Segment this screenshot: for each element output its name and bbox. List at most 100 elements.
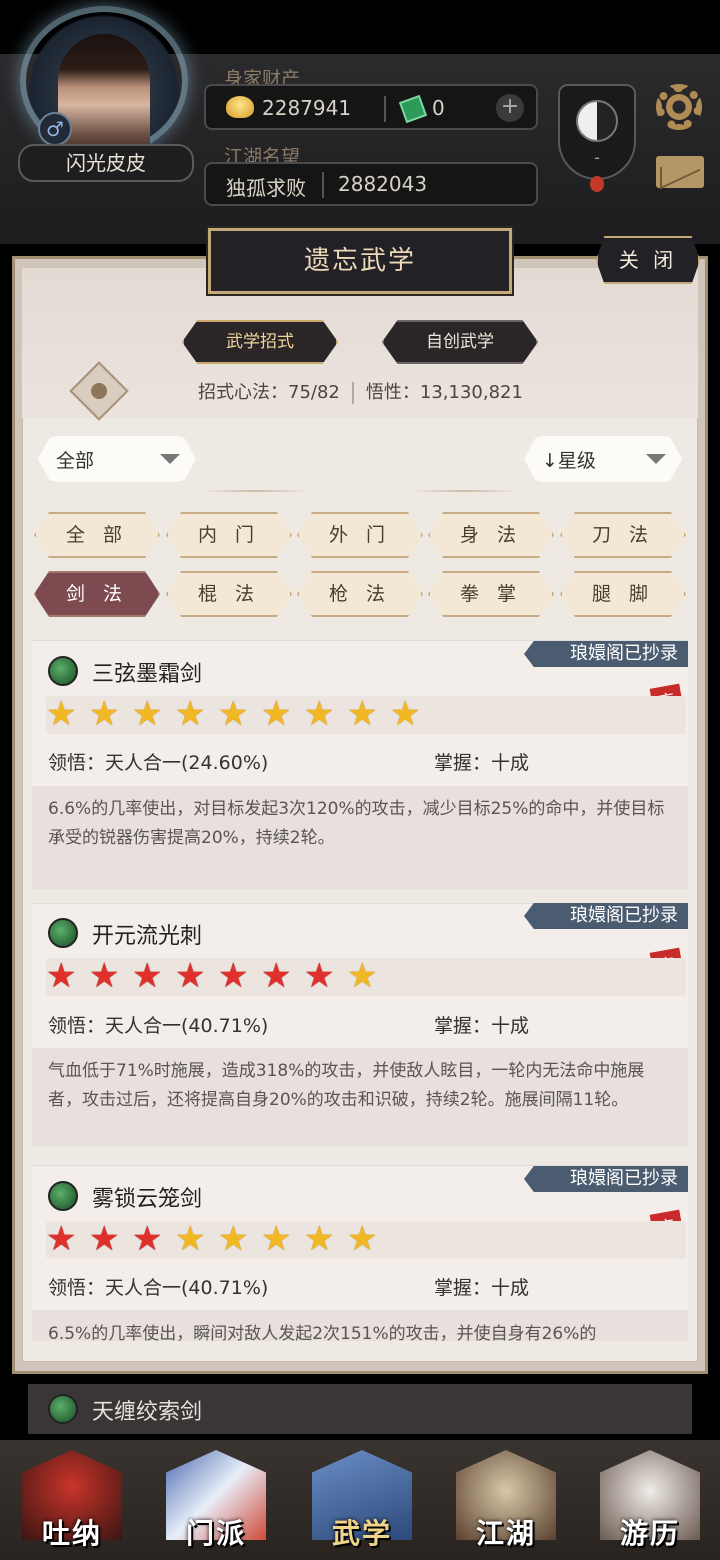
category-inner[interactable]: 内 门: [166, 512, 292, 558]
nav-martial-arts[interactable]: 武学: [312, 1450, 412, 1560]
mastery-field: 掌握：十成: [434, 748, 529, 775]
star-icon: ★: [261, 956, 292, 996]
insight-label: 领悟：: [48, 1015, 106, 1037]
mastery-field: 掌握：十成: [434, 1011, 529, 1038]
tab-skill-moves[interactable]: 武学招式: [182, 320, 338, 364]
insight-label: 领悟：: [48, 752, 106, 774]
star-icon: ★: [261, 1219, 292, 1259]
sort-dropdown[interactable]: ↓星级: [524, 436, 682, 482]
insight-field: 领悟：天人合一(40.71%): [48, 1011, 268, 1038]
mail-icon[interactable]: [656, 156, 704, 188]
star-icon: ★: [46, 956, 77, 996]
copied-badge: 琅嬛阁已抄录: [524, 641, 688, 667]
moves-label: 招式心法：: [198, 382, 288, 403]
nav-jianghu[interactable]: 江湖: [456, 1450, 556, 1560]
mastery-label: 掌握：: [434, 752, 492, 774]
sword-skill-icon: [48, 1394, 78, 1424]
star-icon: ★: [132, 956, 163, 996]
fame-title: 独孤求败: [226, 176, 306, 200]
fame-bar: 独孤求败 2882043: [204, 162, 538, 206]
insight-value: 天人合一(24.60%): [105, 752, 269, 774]
nav-sect[interactable]: 门派: [166, 1450, 266, 1560]
ornament-divider: [410, 490, 520, 492]
mastery-field: 掌握：十成: [434, 1273, 529, 1300]
skill-description: 6.6%的几率使出，对目标发起3次120%的攻击，减少目标25%的命中，并使目标…: [48, 799, 665, 848]
mastery-value: 十成: [491, 1277, 530, 1299]
skill-name: 三弦墨霜剑: [92, 662, 203, 687]
background-skill-card: 天缠绞索剑: [28, 1384, 692, 1434]
star-icon: ★: [175, 1219, 206, 1259]
gear-icon[interactable]: [656, 84, 702, 130]
skill-description: 气血低于71%时施展，造成318%的攻击，并使敌人眩目，一轮内无法命中施展者，攻…: [48, 1061, 645, 1110]
moves-value: 75/82: [288, 382, 340, 403]
insight-label: 领悟：: [48, 1277, 106, 1299]
category-all[interactable]: 全 部: [34, 512, 160, 558]
close-button[interactable]: 关 闭: [596, 236, 700, 284]
category-sword[interactable]: 剑 法: [34, 571, 160, 617]
type-filter-dropdown[interactable]: 全部: [38, 436, 196, 482]
chevron-down-icon: [646, 454, 666, 464]
nav-travel[interactable]: 游历: [600, 1450, 700, 1560]
fame-value: 2882043: [338, 172, 428, 196]
star-icon: ★: [304, 956, 335, 996]
desc-clip: 6.5%的几率使出，瞬间对敌人发起2次151%的攻击，并使自身有26%的: [32, 1312, 688, 1341]
insight-field: 领悟：天人合一(24.60%): [48, 748, 268, 775]
sword-skill-icon: [48, 656, 78, 686]
star-icon: ★: [175, 694, 206, 734]
copied-badge: 琅嬛阁已抄录: [524, 903, 688, 929]
wealth-bar: 2287941 0 +: [204, 84, 538, 130]
insight-value: 天人合一(40.71%): [105, 1277, 269, 1299]
star-icon: ★: [347, 956, 378, 996]
taiji-value: -: [594, 148, 600, 167]
jade-value: 0: [432, 96, 445, 120]
tassel-icon: [590, 176, 604, 192]
nav-label: 武学: [331, 1517, 392, 1550]
insight-field: 领悟：天人合一(40.71%): [48, 1273, 268, 1300]
skill-description: 6.5%的几率使出，瞬间对敌人发起2次151%的攻击，并使自身有26%的: [48, 1324, 597, 1341]
player-name: 闪光皮皮: [18, 144, 194, 182]
star-icon: ★: [46, 694, 77, 734]
type-filter-value: 全部: [56, 450, 95, 472]
star-icon: ★: [132, 694, 163, 734]
star-icon: ★: [261, 694, 292, 734]
tab-self-created[interactable]: 自创武学: [382, 320, 538, 364]
star-icon: ★: [218, 956, 249, 996]
star-rating: ★ ★ ★ ★ ★ ★ ★ ★ ★: [46, 696, 686, 734]
insight-value: 13,130,821: [419, 382, 523, 403]
star-icon: ★: [132, 1219, 163, 1259]
star-rating: ★ ★ ★ ★ ★ ★ ★ ★: [46, 1221, 686, 1259]
skill-name: 开元流光刺: [92, 924, 203, 949]
nav-label: 游历: [619, 1517, 680, 1550]
category-spear[interactable]: 枪 法: [297, 571, 423, 617]
star-icon: ★: [347, 1219, 378, 1259]
add-currency-button[interactable]: +: [496, 94, 524, 122]
male-icon: ♂: [38, 112, 72, 146]
skill-name: 天缠绞索剑: [92, 1400, 203, 1425]
avatar[interactable]: [58, 34, 150, 152]
sword-skill-icon: [48, 1181, 78, 1211]
mastery-value: 十成: [491, 752, 530, 774]
star-icon: ★: [89, 694, 120, 734]
category-fist[interactable]: 拳 掌: [428, 571, 554, 617]
category-blade[interactable]: 刀 法: [560, 512, 686, 558]
star-icon: ★: [89, 1219, 120, 1259]
star-icon: ★: [218, 694, 249, 734]
copied-badge: 琅嬛阁已抄录: [524, 1166, 688, 1192]
category-movement[interactable]: 身 法: [428, 512, 554, 558]
category-staff[interactable]: 棍 法: [166, 571, 292, 617]
star-icon: ★: [46, 1219, 77, 1259]
star-icon: ★: [347, 694, 378, 734]
nav-breathing[interactable]: 吐纳: [22, 1450, 122, 1560]
star-icon: ★: [304, 694, 335, 734]
skill-stats: 招式心法：75/82 悟性：13,130,821: [198, 378, 523, 404]
category-leg[interactable]: 腿 脚: [560, 571, 686, 617]
taiji-icon: [576, 100, 618, 142]
star-icon: ★: [218, 1219, 249, 1259]
sword-skill-icon: [48, 918, 78, 948]
nav-label: 门派: [185, 1517, 246, 1550]
category-outer[interactable]: 外 门: [297, 512, 423, 558]
mastery-label: 掌握：: [434, 1015, 492, 1037]
ornament-divider: [200, 490, 310, 492]
taiji-badge[interactable]: -: [558, 84, 636, 180]
star-rating: ★ ★ ★ ★ ★ ★ ★ ★: [46, 958, 686, 996]
